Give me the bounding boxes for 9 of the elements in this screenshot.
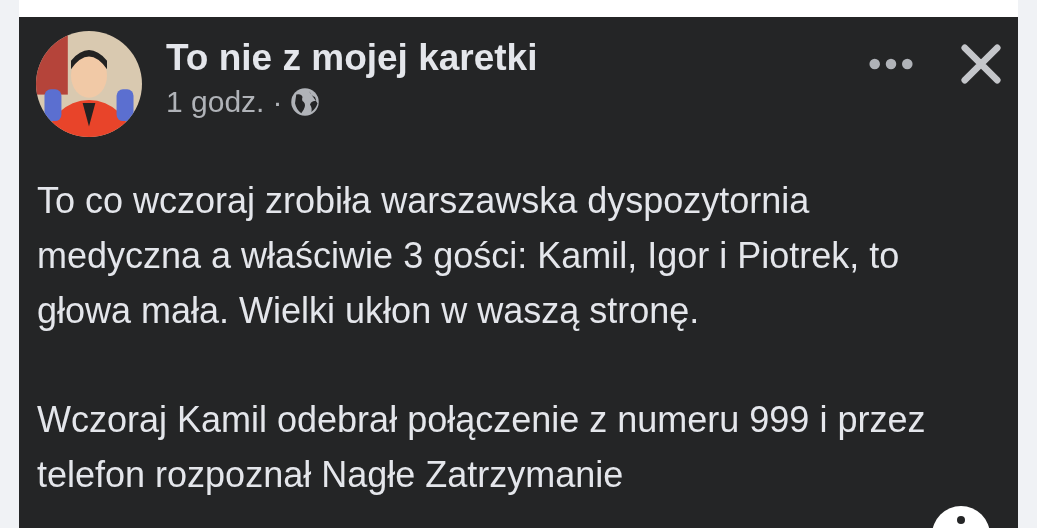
more-options-icon[interactable] (868, 57, 914, 71)
separator: · (272, 85, 283, 119)
dot-icon (957, 516, 965, 524)
post-time[interactable]: 1 godz. (166, 85, 265, 119)
author-name[interactable]: To nie z mojej karetki (166, 35, 538, 81)
post-text: To co wczoraj zrobiła warszawska dyspozytornia medyczna a właściwie 3 gości: Kamil, Igor i Piotrek, to głowa mała. Wielki ukłon w waszą stronę. (37, 179, 901, 333)
close-icon[interactable] (960, 43, 1002, 85)
globe-icon (290, 87, 321, 117)
post-text: Wczoraj Kamil odebrał połączenie z numeru 999 i przez telefon rozpoznał Nagłe Zatrzymanie (37, 398, 927, 497)
